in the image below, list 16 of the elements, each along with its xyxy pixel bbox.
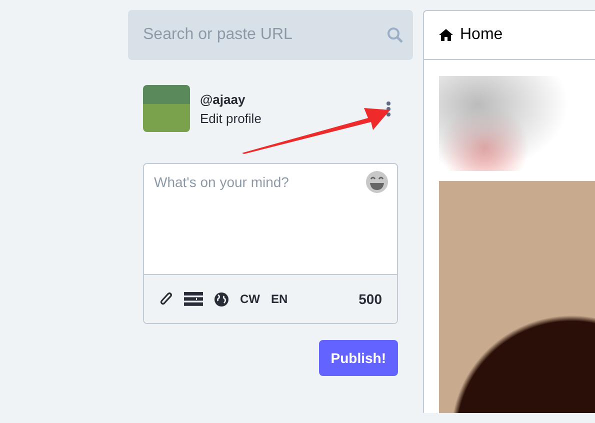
search-placeholder: Search or paste URL	[143, 26, 292, 44]
more-options-icon[interactable]	[386, 100, 391, 116]
home-icon	[439, 29, 453, 41]
compose-placeholder: What's on your mind?	[154, 174, 289, 190]
profile-handle: @ajaay	[200, 92, 246, 106]
emoji-icon[interactable]	[365, 170, 389, 194]
character-counter: 500	[358, 291, 382, 307]
column-title: Home	[460, 26, 503, 44]
globe-icon[interactable]	[214, 292, 229, 306]
poll-icon[interactable]	[184, 292, 203, 306]
paperclip-icon[interactable]	[159, 291, 173, 307]
content-warning-toggle[interactable]: CW	[240, 292, 260, 306]
edit-profile-link[interactable]: Edit profile	[200, 110, 262, 126]
search-icon	[387, 27, 403, 43]
publish-button[interactable]: Publish!	[318, 340, 398, 376]
language-selector[interactable]: EN	[271, 292, 288, 306]
